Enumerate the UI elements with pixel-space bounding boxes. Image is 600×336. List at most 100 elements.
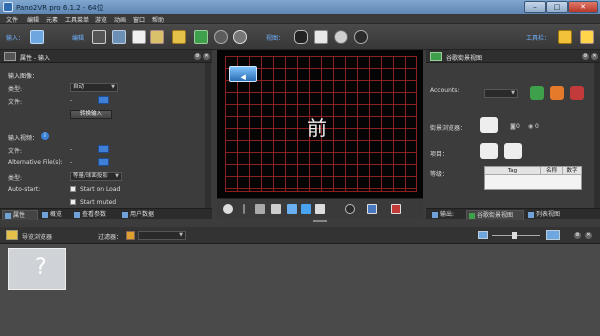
tab-viewing-params[interactable]: 查看参数	[72, 210, 118, 220]
menu-tools[interactable]: 工具菜单	[65, 15, 89, 24]
shield-icon[interactable]	[530, 86, 544, 100]
tab-list-view[interactable]: 列表视图	[526, 210, 574, 220]
tour-close-icon[interactable]: ✕	[585, 232, 592, 239]
start-muted-checkbox[interactable]	[70, 199, 76, 205]
grid-icon[interactable]	[255, 204, 265, 214]
file-label: 文件:	[8, 99, 23, 106]
alt-file-label: Alternative File(s):	[8, 159, 63, 166]
line-icon[interactable]	[243, 204, 245, 214]
start-on-load-checkbox[interactable]	[70, 186, 76, 192]
maximize-button[interactable]: □	[546, 1, 568, 13]
frame-icon[interactable]	[367, 204, 377, 214]
move-icon[interactable]	[301, 204, 311, 214]
logout-icon[interactable]	[550, 86, 564, 100]
panorama-viewer[interactable]: 前	[217, 50, 423, 198]
menu-element[interactable]: 元素	[46, 15, 58, 24]
column-tag[interactable]: Tag	[485, 167, 541, 175]
userdata-icon[interactable]	[132, 30, 146, 44]
menu-file[interactable]: 文件	[6, 15, 18, 24]
binoculars-icon[interactable]	[294, 30, 308, 44]
left-panel-body: 输入图像： 类型: 自动 ▼ 文件: - 转换输入 输入视频： i 文件: - …	[0, 63, 212, 208]
window-title: Pano2VR pro 6.1.2 - 64位	[16, 4, 104, 12]
tour-settings-icon[interactable]: ⚙	[574, 232, 581, 239]
accounts-select[interactable]: ▼	[484, 89, 518, 98]
patch-icon[interactable]	[92, 30, 106, 44]
filter-select[interactable]: ▼	[138, 231, 186, 240]
star-icon[interactable]	[558, 30, 572, 44]
compass-icon[interactable]	[223, 204, 233, 214]
eye-icon[interactable]	[354, 30, 368, 44]
slider-handle[interactable]	[512, 232, 517, 239]
record-icon[interactable]	[391, 204, 401, 214]
large-thumb-icon[interactable]	[546, 230, 560, 240]
cloud-download-icon[interactable]	[504, 143, 522, 159]
tab-properties-label: 属性	[13, 212, 26, 219]
panel-close-icon[interactable]: ✕	[203, 53, 210, 60]
right-panel-settings-icon[interactable]: ⚙	[582, 53, 589, 60]
right-panel-close-icon[interactable]: ✕	[591, 53, 598, 60]
column-number[interactable]: 数字	[563, 167, 582, 175]
panel-settings-icon[interactable]: ⚙	[194, 53, 201, 60]
video-type-label: 类型:	[8, 175, 23, 182]
cloud-upload-icon[interactable]	[480, 143, 498, 159]
clock-icon[interactable]	[334, 30, 348, 44]
tab-viewing-label: 查看参数	[82, 211, 107, 218]
video-file-label: 文件:	[8, 148, 23, 155]
tab-google-street[interactable]: 谷歌街景视图	[466, 210, 524, 220]
cloud-icon[interactable]	[480, 117, 498, 133]
video-folder-icon[interactable]	[98, 145, 109, 153]
viewing-params-icon[interactable]	[112, 30, 126, 44]
menu-help[interactable]: 帮助	[152, 15, 164, 24]
clipboard-icon[interactable]	[314, 30, 328, 44]
title-bar: Pano2VR pro 6.1.2 - 64位 – □ ✕	[0, 0, 600, 14]
pin-icon[interactable]	[287, 204, 297, 214]
key-icon[interactable]	[271, 204, 281, 214]
menu-window[interactable]: 窗口	[133, 15, 145, 24]
tour-browser-area[interactable]	[0, 244, 600, 336]
level-table[interactable]: Tag 名称 数字	[484, 166, 582, 190]
tab-output[interactable]: 输出:	[430, 210, 464, 220]
list-tab-icon	[528, 212, 534, 218]
tab-overview[interactable]: 概览	[40, 210, 70, 220]
counter-2: 0	[535, 123, 539, 130]
right-scrollbar[interactable]	[594, 63, 600, 208]
minimize-button[interactable]: –	[524, 1, 546, 13]
google-maps-icon[interactable]	[194, 30, 208, 44]
tab-properties[interactable]: 属性	[2, 210, 38, 220]
view-icon: ◉	[528, 123, 534, 130]
close-button[interactable]: ✕	[568, 1, 598, 13]
tour-browser-icon	[6, 230, 18, 240]
tag-icon[interactable]	[315, 204, 325, 214]
menu-edit[interactable]: 编辑	[27, 15, 39, 24]
right-tabstrip: 输出: 谷歌街景视图 列表视图	[426, 208, 600, 220]
video-type-value: 等量/球面投影	[73, 173, 108, 179]
media-icon[interactable]	[233, 30, 247, 44]
panorama-thumbnail[interactable]: ?	[8, 248, 66, 290]
left-scrollbar[interactable]	[205, 63, 211, 208]
input-video-section: 输入视频：	[8, 135, 39, 142]
filter-icon[interactable]	[126, 231, 135, 240]
input-image-icon[interactable]	[30, 30, 44, 44]
delete-icon[interactable]	[570, 86, 584, 100]
menu-tour[interactable]: 游览	[95, 15, 107, 24]
hotspot-icon[interactable]	[150, 30, 164, 44]
small-thumb-icon[interactable]	[478, 231, 488, 239]
type-select[interactable]: 自动 ▼	[70, 83, 118, 92]
tab-userdata[interactable]: 用户数据	[120, 210, 164, 220]
convert-input-button[interactable]: 转换输入	[70, 110, 112, 119]
target-icon[interactable]	[345, 204, 355, 214]
alt-folder-icon[interactable]	[98, 158, 109, 166]
video-file-value: -	[70, 146, 73, 153]
mask-icon[interactable]	[214, 30, 228, 44]
bell-icon[interactable]	[580, 30, 594, 44]
column-name[interactable]: 名称	[541, 167, 563, 175]
tab-list-label: 列表视图	[536, 211, 561, 218]
viewer-toolbar	[217, 198, 423, 218]
splitter-handle[interactable]	[313, 220, 327, 222]
folder-icon[interactable]	[98, 96, 109, 104]
info-icon[interactable]: i	[41, 132, 49, 140]
video-type-select[interactable]: 等量/球面投影 ▼	[70, 172, 122, 181]
menu-animation[interactable]: 动画	[114, 15, 126, 24]
accounts-label: Accounts:	[430, 87, 460, 94]
tour-map-icon[interactable]	[172, 30, 186, 44]
